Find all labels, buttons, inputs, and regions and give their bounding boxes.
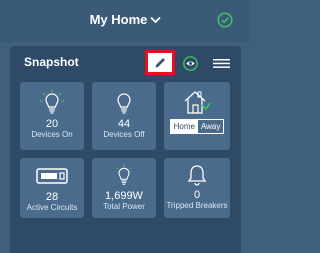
devices-on-tile[interactable]: 20 Devices On	[20, 82, 84, 150]
check-circle-icon[interactable]	[217, 12, 233, 28]
active-circuits-value: 28	[45, 191, 59, 203]
pencil-icon	[155, 58, 165, 68]
circuit-icon	[36, 168, 68, 184]
top-bar: My Home	[0, 0, 251, 42]
lightbulb-on-icon	[40, 89, 64, 114]
tripped-breakers-value: 0	[193, 189, 201, 201]
lightbulb-on-icon	[116, 164, 132, 185]
tripped-breakers-label: Tripped Breakers	[166, 201, 228, 210]
bell-icon	[187, 165, 207, 186]
active-circuits-label: Active Circuits	[26, 203, 78, 212]
devices-on-label: Devices On	[31, 130, 73, 139]
devices-off-value: 44	[117, 118, 131, 130]
total-power-value: 1,699W	[105, 190, 143, 202]
home-mode-button[interactable]: Home	[170, 120, 198, 133]
devices-off-tile[interactable]: 44 Devices Off	[92, 82, 156, 150]
total-power-label: Total Power	[103, 202, 145, 211]
home-selector[interactable]: My Home	[0, 12, 251, 27]
lightbulb-off-icon	[117, 93, 131, 114]
menu-icon[interactable]	[213, 59, 230, 68]
devices-on-value: 20	[45, 118, 59, 130]
active-circuits-tile[interactable]: 28 Active Circuits	[20, 158, 84, 218]
chevron-down-icon[interactable]	[150, 16, 162, 24]
home-away-tile: Home Away	[164, 82, 230, 150]
edit-button[interactable]	[145, 50, 175, 75]
total-power-tile[interactable]: 1,699W Total Power	[92, 158, 156, 218]
tripped-breakers-tile[interactable]: 0 Tripped Breakers	[164, 158, 230, 218]
eye-icon[interactable]	[183, 56, 198, 71]
panel-title: Snapshot	[24, 55, 79, 69]
home-title[interactable]: My Home	[90, 12, 148, 27]
away-mode-button[interactable]: Away	[198, 120, 223, 133]
home-away-toggle[interactable]: Home Away	[169, 119, 225, 134]
home-icon	[184, 91, 211, 114]
devices-off-label: Devices Off	[103, 130, 145, 139]
